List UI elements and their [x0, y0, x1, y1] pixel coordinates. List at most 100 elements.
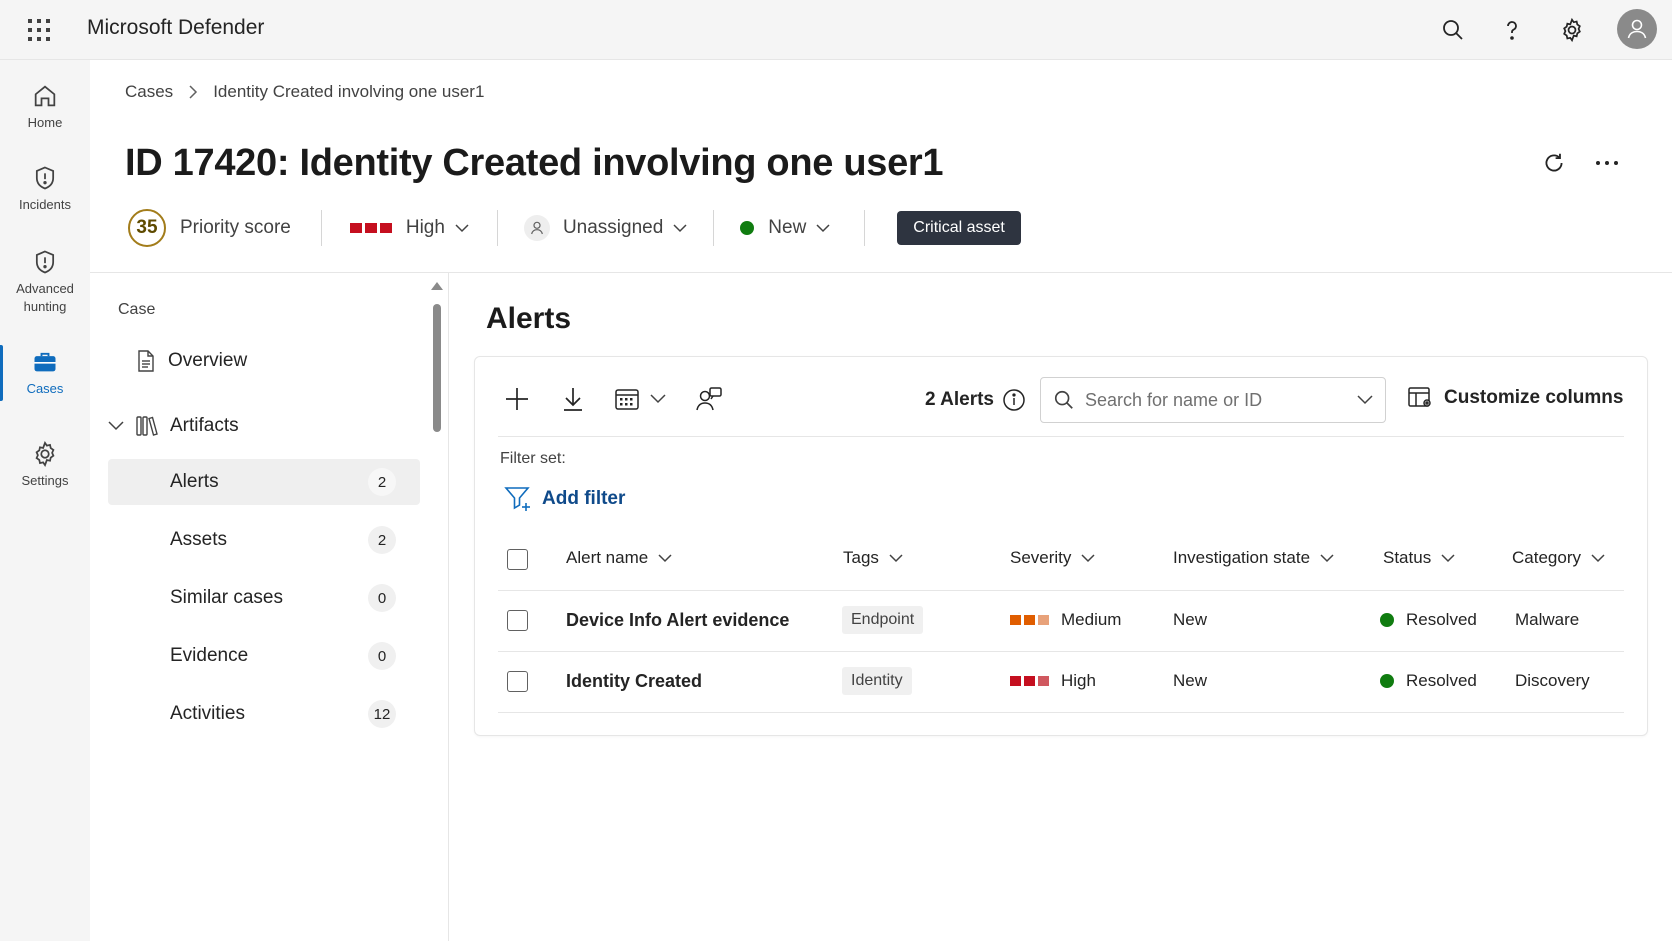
status-cell: Resolved [1380, 610, 1477, 630]
status-value: Resolved [1406, 610, 1477, 629]
column-label: Severity [1010, 548, 1072, 567]
row-divider [498, 651, 1624, 652]
add-icon[interactable] [504, 384, 530, 414]
add-filter-label: Add filter [542, 488, 626, 509]
gear-icon[interactable] [1557, 15, 1587, 45]
alerts-title: Alerts [486, 302, 572, 335]
download-icon[interactable] [561, 384, 585, 414]
nav-item-evidence[interactable]: Evidence 0 [108, 633, 420, 679]
home-icon [34, 85, 56, 107]
rail-item-cases[interactable]: Cases [0, 348, 90, 398]
row-checkbox[interactable] [507, 671, 528, 692]
nav-item-alerts[interactable]: Alerts 2 [108, 459, 420, 505]
rail-item-advanced-hunting[interactable]: Advanced hunting [0, 248, 90, 316]
nav-item-overview[interactable]: Overview [108, 338, 420, 384]
column-header-severity[interactable]: Severity [1010, 548, 1095, 568]
status-dot [740, 221, 755, 235]
chevron-down-icon [889, 553, 903, 562]
refresh-icon[interactable] [1539, 148, 1569, 178]
severity-high-icon [1010, 676, 1049, 686]
avatar[interactable] [1617, 9, 1657, 49]
app-launcher-icon[interactable] [26, 17, 52, 43]
column-header-category[interactable]: Category [1512, 548, 1605, 568]
breadcrumb: Cases Identity Created involving one use… [125, 82, 484, 102]
calendar-dropdown[interactable] [614, 384, 666, 414]
nav-count-similar-cases: 0 [368, 584, 396, 612]
alert-name-link[interactable]: Device Info Alert evidence [566, 610, 789, 631]
nav-label-assets: Assets [170, 529, 228, 550]
nav-group-artifacts[interactable]: Artifacts [108, 403, 420, 449]
shield-alert-icon [35, 250, 55, 274]
nav-scrollbar[interactable] [430, 280, 444, 941]
document-icon [136, 350, 156, 372]
column-header-status[interactable]: Status [1383, 548, 1455, 568]
alert-search-box[interactable] [1040, 377, 1386, 423]
filter-set-label: Filter set: [500, 450, 566, 467]
add-filter-button[interactable]: Add filter [504, 485, 625, 513]
row-checkbox[interactable] [507, 610, 528, 631]
nav-label-evidence: Evidence [170, 645, 249, 666]
column-label: Status [1383, 548, 1432, 567]
severity-value: Medium [1061, 610, 1122, 629]
nav-item-similar-cases[interactable]: Similar cases 0 [108, 575, 420, 621]
critical-asset-badge: Critical asset [897, 211, 1021, 245]
chevron-down-icon [1591, 553, 1605, 562]
nav-item-assets[interactable]: Assets 2 [108, 517, 420, 563]
nav-count-activities: 12 [368, 700, 396, 728]
nav-label-activities: Activities [170, 703, 245, 724]
status-dropdown[interactable]: New [740, 217, 830, 239]
status-cell: Resolved [1380, 671, 1477, 691]
investigation-state: New [1173, 671, 1208, 690]
row-divider [498, 712, 1624, 713]
column-header-tags[interactable]: Tags [843, 548, 903, 568]
shield-icon [35, 166, 55, 190]
column-label: Alert name [566, 548, 649, 567]
nav-item-activities[interactable]: Activities 12 [108, 691, 420, 737]
top-bar: Microsoft Defender [0, 0, 1672, 60]
chevron-down-icon [1441, 553, 1455, 562]
column-header-investigation-state[interactable]: Investigation state [1173, 548, 1334, 568]
category-value: Malware [1515, 610, 1580, 629]
priority-score-label: Priority score [180, 217, 291, 238]
category-value: Discovery [1515, 671, 1590, 690]
investigation-state: New [1173, 610, 1208, 629]
alert-name-link[interactable]: Identity Created [566, 671, 702, 692]
status-dot [1380, 674, 1394, 688]
severity-cell: Medium [1010, 610, 1121, 630]
status-value: Resolved [1406, 671, 1477, 690]
rail-label-settings: Settings [21, 473, 69, 488]
search-icon[interactable] [1438, 15, 1468, 45]
more-options-icon[interactable] [1592, 148, 1622, 178]
tag-badge: Identity [842, 667, 912, 695]
status-value: New [768, 217, 807, 238]
gear-icon [35, 441, 55, 467]
briefcase-icon [34, 352, 56, 372]
column-label: Tags [843, 548, 879, 567]
search-input[interactable] [1085, 389, 1357, 411]
alert-count-label: 2 Alerts [925, 389, 994, 410]
chevron-down-icon[interactable] [1357, 395, 1373, 405]
chevron-down-icon [1081, 553, 1095, 562]
rail-item-home[interactable]: Home [0, 82, 90, 132]
rail-label-cases: Cases [26, 381, 64, 396]
case-meta-row: 35 Priority score High Unassigned New Cr… [128, 208, 1021, 248]
info-icon[interactable] [1002, 388, 1026, 412]
rail-label-home: Home [27, 115, 63, 130]
breadcrumb-cases-link[interactable]: Cases [125, 82, 173, 102]
nav-count-evidence: 0 [368, 642, 396, 670]
customize-columns-button[interactable]: Customize columns [1408, 386, 1623, 410]
panel-divider [448, 273, 449, 941]
column-header-alert-name[interactable]: Alert name [566, 548, 672, 568]
rail-item-settings[interactable]: Settings [0, 440, 90, 490]
help-icon[interactable] [1497, 15, 1527, 45]
nav-label-similar-cases: Similar cases [170, 587, 283, 608]
person-feedback-icon[interactable] [695, 384, 723, 414]
severity-dropdown[interactable]: High [349, 217, 469, 239]
assignee-dropdown[interactable]: Unassigned [523, 215, 687, 241]
nav-count-assets: 2 [368, 526, 396, 554]
rail-label-advanced-hunting: Advanced hunting [16, 281, 74, 314]
breadcrumb-current: Identity Created involving one user1 [213, 82, 485, 101]
select-all-checkbox[interactable] [507, 549, 528, 570]
rail-item-incidents[interactable]: Incidents [0, 164, 90, 214]
severity-high-icon [349, 223, 392, 233]
